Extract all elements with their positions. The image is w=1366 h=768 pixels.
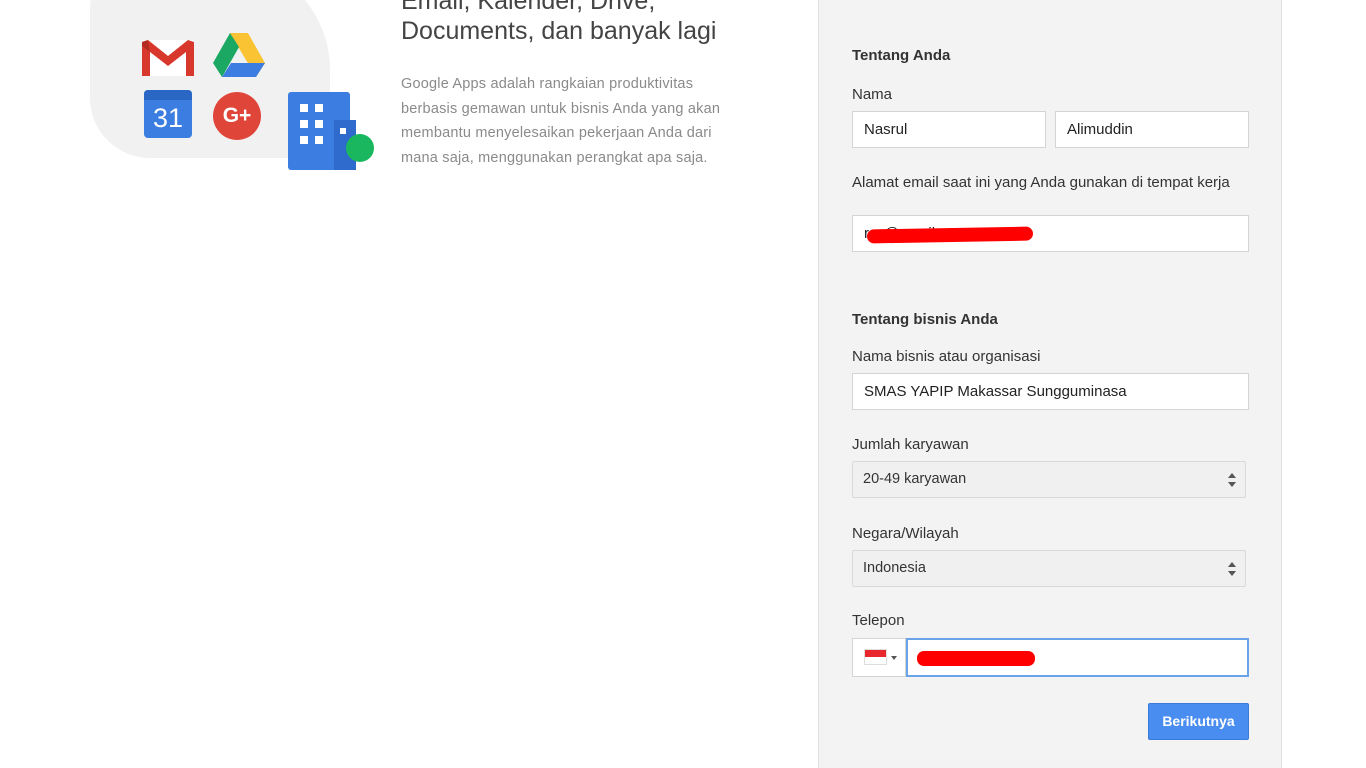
google-drive-icon (213, 33, 265, 77)
section-title-about-business: Tentang bisnis Anda (852, 311, 998, 328)
select-arrows-icon (1228, 473, 1236, 487)
building-window (315, 120, 323, 128)
business-name-label: Nama bisnis atau organisasi (852, 348, 1041, 365)
gmail-icon (142, 40, 194, 76)
hero-title-line2: Documents, dan banyak lagi (401, 17, 717, 45)
phone-label: Telepon (852, 612, 905, 629)
phone-input[interactable] (906, 638, 1249, 677)
google-plus-icon: G+ (213, 92, 261, 140)
email-label: Alamat email saat ini yang Anda gunakan … (852, 174, 1230, 191)
redaction-mark (866, 226, 1034, 244)
building-icon (288, 92, 374, 170)
indonesia-flag-icon (865, 650, 886, 664)
signup-form-panel: Tentang Anda Nama Alamat email saat ini … (818, 0, 1282, 768)
building-window (340, 128, 346, 134)
employees-label: Jumlah karyawan (852, 436, 969, 453)
calendar-header (144, 90, 192, 100)
hero-title: Email, Kalender, Drive, Documents, dan b… (401, 0, 781, 46)
select-arrows-icon (1228, 562, 1236, 576)
building-window (300, 104, 308, 112)
redaction-mark (917, 651, 1035, 666)
hero-description: Google Apps adalah rangkaian produktivit… (401, 76, 721, 166)
last-name-input[interactable] (1055, 111, 1249, 148)
first-name-input[interactable] (852, 111, 1046, 148)
next-button[interactable]: Berikutnya (1148, 703, 1249, 740)
business-name-input[interactable] (852, 373, 1249, 410)
building-window (315, 136, 323, 144)
caret-down-icon (891, 656, 897, 660)
calendar-number: 31 (152, 103, 184, 133)
building-window (300, 136, 308, 144)
employees-select[interactable]: 20-49 karyawan (852, 461, 1246, 498)
google-calendar-icon: 31 (144, 90, 192, 138)
country-select[interactable]: Indonesia (852, 550, 1246, 587)
country-select-value: Indonesia (863, 560, 926, 576)
building-status-dot (346, 134, 374, 162)
section-title-about-you: Tentang Anda (852, 47, 951, 64)
name-label: Nama (852, 86, 893, 103)
building-window (300, 120, 308, 128)
employees-select-value: 20-49 karyawan (863, 471, 967, 487)
email-input[interactable]: r…@gmail.com (852, 215, 1249, 252)
hero-title-line1: Email, Kalender, Drive, (401, 0, 656, 15)
country-code-dropdown[interactable] (852, 638, 906, 677)
country-label: Negara/Wilayah (852, 525, 959, 542)
building-window (315, 104, 323, 112)
